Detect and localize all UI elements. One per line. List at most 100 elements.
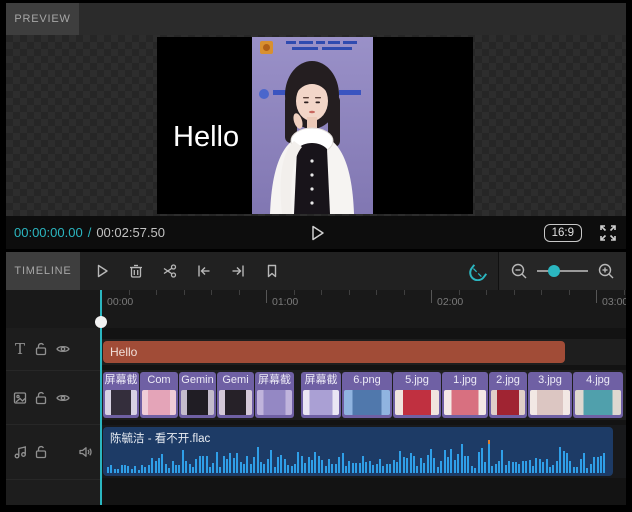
- waveform-bar: [178, 465, 181, 473]
- waveform-bar: [124, 465, 126, 473]
- fullscreen-expand-icon: [600, 224, 616, 241]
- waveform-bar: [576, 467, 579, 473]
- total-duration: 00:02:57.50: [96, 225, 165, 240]
- audio-track-lock-button[interactable]: [33, 444, 49, 460]
- image-track-lock-button[interactable]: [33, 390, 49, 406]
- image-clip[interactable]: 4.jpg: [573, 372, 623, 418]
- waveform-bar: [263, 464, 266, 473]
- timeline-tab[interactable]: TIMELINE: [6, 252, 80, 290]
- image-clip-label: 屏幕截: [304, 374, 338, 386]
- image-clip[interactable]: 6.png: [342, 372, 392, 418]
- image-clip[interactable]: 2.jpg: [489, 372, 527, 418]
- waveform-bar: [137, 470, 140, 473]
- seek-end-button[interactable]: [226, 259, 250, 283]
- text-track-lock-button[interactable]: [33, 341, 49, 357]
- waveform-bar: [443, 450, 446, 473]
- image-clip[interactable]: Gemin: [179, 372, 216, 418]
- waveform-bar: [504, 465, 507, 473]
- preview-right-controls: 16:9: [543, 216, 618, 249]
- image-clip-label: Com: [147, 374, 171, 386]
- audio-track-header: [6, 425, 100, 480]
- split-clip-button[interactable]: [158, 259, 182, 283]
- zoom-slider[interactable]: [537, 261, 588, 281]
- play-icon: [97, 264, 108, 278]
- play-button[interactable]: [307, 223, 327, 243]
- waveform-bar: [572, 467, 575, 473]
- waveform-bar: [209, 467, 211, 473]
- image-clip[interactable]: 3.jpg: [528, 372, 572, 418]
- image-clip[interactable]: 屏幕截: [255, 372, 294, 418]
- audio-clip[interactable]: 陈毓洁 - 看不开.flac: [103, 427, 613, 476]
- scissors-icon: [163, 264, 177, 278]
- waveform-bar: [392, 460, 395, 473]
- text-track-header: T: [6, 328, 100, 371]
- seek-start-button[interactable]: [192, 259, 216, 283]
- preview-canvas-text[interactable]: Hello: [173, 121, 239, 154]
- image-clip[interactable]: Gemi: [217, 372, 254, 418]
- waveform-bar: [246, 456, 249, 473]
- waveform-bar: [559, 447, 562, 473]
- waveform-bar: [141, 465, 143, 473]
- image-clip[interactable]: 屏幕截: [301, 372, 341, 418]
- fullscreen-button[interactable]: [598, 223, 618, 243]
- waveform-bar: [154, 461, 157, 473]
- waveform-bar: [341, 453, 344, 473]
- waveform-bar: [447, 457, 449, 473]
- waveform-bar: [467, 456, 470, 473]
- image-clip[interactable]: Com: [140, 372, 178, 418]
- snap-toggle-button[interactable]: [464, 259, 494, 283]
- image-clip[interactable]: 1.jpg: [442, 372, 488, 418]
- image-clip[interactable]: 5.jpg: [393, 372, 441, 418]
- zoom-in-button[interactable]: [596, 261, 616, 281]
- add-marker-button[interactable]: [260, 259, 284, 283]
- waveform-bar: [362, 456, 364, 473]
- waveform-bar: [368, 461, 371, 473]
- waveform-bar: [277, 457, 279, 473]
- waveform-bar: [358, 463, 361, 473]
- aspect-ratio-button[interactable]: 16:9: [543, 223, 582, 242]
- ruler-tick: [348, 290, 350, 295]
- image-clip[interactable]: 屏幕截: [103, 372, 139, 418]
- waveform-bar: [518, 464, 521, 473]
- waveform-bar: [164, 464, 167, 473]
- unlock-icon: [35, 343, 47, 356]
- waveform-bar: [290, 466, 293, 473]
- text-track-visibility-button[interactable]: [55, 341, 71, 357]
- preview-viewport: Hello: [6, 35, 626, 216]
- text-clip[interactable]: Hello: [103, 341, 565, 363]
- waveform-bar: [294, 464, 296, 473]
- ruler-tick: [513, 290, 515, 295]
- zoom-slider-thumb[interactable]: [548, 265, 561, 277]
- waveform-bar: [555, 461, 558, 473]
- waveform-bar: [508, 461, 511, 473]
- image-clip-thumbnail: [105, 390, 137, 415]
- waveform-bar: [215, 452, 218, 473]
- waveform-bar: [603, 453, 606, 473]
- trash-icon: [130, 264, 142, 278]
- waveform-bar: [181, 450, 184, 473]
- audio-track-mute-button[interactable]: [77, 444, 93, 460]
- playhead-handle[interactable]: [95, 316, 107, 328]
- image-clip-thumbnail: [303, 390, 339, 415]
- waveform-bar: [338, 457, 341, 473]
- track-header-panel: T: [6, 328, 100, 505]
- waveform-bar: [324, 466, 327, 473]
- preview-tab[interactable]: PREVIEW: [6, 3, 79, 35]
- image-track-icon: [12, 390, 28, 406]
- timeline-play-button[interactable]: [90, 259, 114, 283]
- waveform-bar: [266, 459, 269, 473]
- waveform-bar: [525, 461, 528, 473]
- eye-icon: [56, 394, 70, 401]
- waveform-bar: [406, 458, 409, 473]
- waveform-bar: [498, 461, 500, 473]
- waveform-bar: [484, 462, 487, 473]
- image-track-visibility-button[interactable]: [55, 390, 71, 406]
- zoom-out-button[interactable]: [509, 261, 529, 281]
- delete-clip-button[interactable]: [124, 259, 148, 283]
- waveform-bar: [535, 458, 538, 473]
- waveform-bar: [515, 462, 517, 473]
- waveform-bar: [232, 458, 235, 473]
- waveform-bar: [202, 456, 205, 473]
- zoom-slider-track[interactable]: [537, 270, 588, 272]
- text-track-icon: T: [14, 340, 25, 358]
